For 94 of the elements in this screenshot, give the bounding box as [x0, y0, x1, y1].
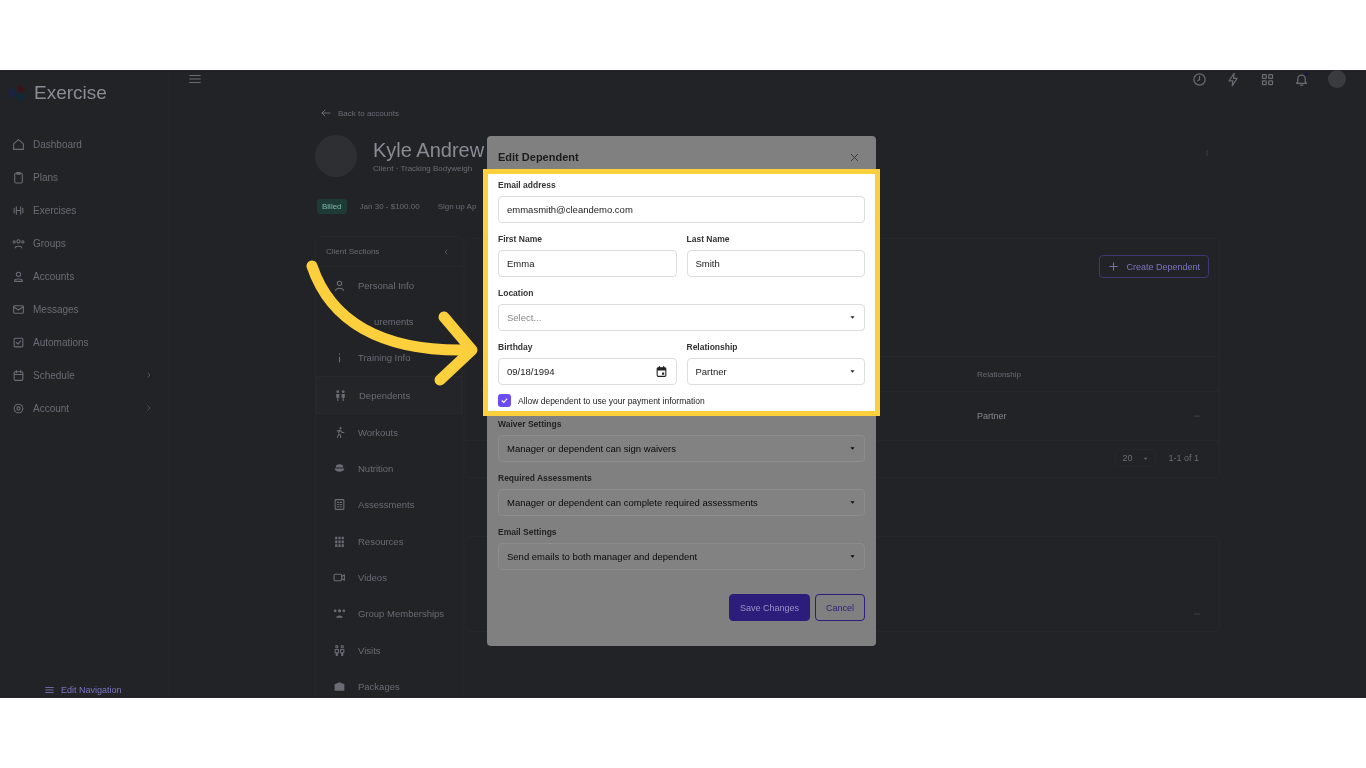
caret-down-icon — [849, 499, 856, 506]
sidebar-item[interactable]: Plans — [8, 169, 169, 185]
field-label: Last Name — [686, 234, 731, 244]
caret-down-icon — [849, 314, 856, 321]
chevron-right-icon — [145, 371, 153, 379]
page-range: 1-1 of 1 — [1168, 453, 1199, 463]
people-icon — [12, 236, 25, 250]
box-icon — [333, 679, 346, 693]
list-icon — [333, 498, 346, 512]
field-label: Required Assessments — [498, 473, 593, 483]
section-item[interactable]: Packages — [316, 668, 462, 698]
section-item[interactable]: Assessments — [316, 486, 462, 524]
calendar-icon — [12, 368, 25, 382]
table-cell-text: Partner — [977, 411, 1008, 421]
sidebar-item[interactable]: Groups — [8, 235, 169, 251]
checkbox[interactable] — [498, 394, 511, 407]
checkbox-icon — [12, 335, 25, 349]
client-name: Kyle Andrew — [373, 139, 485, 162]
field-label: Location — [498, 288, 535, 298]
section-item[interactable]: Workouts — [316, 414, 462, 451]
calendar-icon — [654, 365, 668, 378]
menu-icon — [188, 72, 202, 86]
column-header: Relationship — [977, 369, 1022, 379]
caret-down-icon — [849, 368, 856, 375]
section-item[interactable]: Training Info — [316, 339, 462, 376]
panel-title: Client Sections — [326, 247, 380, 256]
text-input[interactable]: Smith — [686, 250, 865, 277]
page-size-select[interactable]: 20 — [1115, 449, 1157, 467]
select-field[interactable]: Send emails to both manager and dependent — [498, 543, 865, 570]
logo-icon — [8, 83, 28, 103]
edit-navigation-link[interactable]: Edit Navigation — [61, 685, 122, 695]
field-label: Email Settings — [498, 527, 558, 537]
people-icon — [333, 607, 346, 621]
notification-bell-icon — [1294, 71, 1309, 87]
caret-down-icon — [849, 553, 856, 560]
caret-down-icon — [849, 445, 856, 452]
arrow-left-icon — [320, 107, 332, 119]
field-label: Birthday — [498, 342, 534, 352]
client-subtitle: Client · Tracking Bodyweigh — [373, 164, 474, 173]
apps-grid-icon — [1260, 71, 1275, 87]
cancel-button[interactable]: Cancel — [815, 594, 865, 621]
section-item[interactable]: Resources — [316, 523, 462, 560]
lightning-icon — [1226, 71, 1241, 87]
check-icon — [500, 396, 509, 405]
chevron-left-icon — [442, 247, 450, 256]
app-logo-text: Exercise — [34, 82, 107, 104]
chevron-right-icon — [145, 404, 153, 412]
field-label: Relationship — [686, 342, 739, 352]
sidebar-item[interactable]: Dashboard — [8, 136, 169, 152]
envelope-icon — [12, 302, 25, 316]
info-tag: Jan 30 - $100.00 — [354, 199, 425, 214]
sidebar-item[interactable]: Account — [8, 400, 169, 416]
select-field[interactable]: Manager or dependent can sign waivers — [498, 435, 865, 462]
field-label: First Name — [498, 234, 543, 244]
text-input[interactable]: emmasmith@cleandemo.com — [498, 196, 865, 223]
gear-icon — [12, 401, 25, 415]
plus-icon — [1108, 261, 1120, 272]
select-field[interactable]: Manager or dependent can complete required assessments — [498, 489, 865, 516]
save-button[interactable]: Save Changes — [728, 594, 810, 621]
family-icon — [334, 388, 347, 402]
select-field[interactable]: Partner — [686, 358, 865, 385]
section-item[interactable]: Personal Info — [316, 267, 462, 304]
field-label: Waiver Settings — [498, 419, 563, 429]
section-item[interactable]: Group Memberships — [316, 595, 462, 632]
section-item[interactable]: Visits — [316, 631, 462, 669]
dialog-title: Edit Dependent — [498, 151, 579, 163]
home-icon — [12, 137, 25, 151]
sidebar-item[interactable]: Schedule — [8, 367, 169, 383]
dumbbell-icon — [12, 203, 25, 217]
sidebar-item[interactable]: Messages — [8, 301, 169, 317]
sidebar-item[interactable]: Automations — [8, 334, 169, 350]
sidebar-item[interactable]: Accounts — [8, 268, 169, 284]
person-icon — [12, 269, 25, 283]
section-item[interactable]: Nutrition — [316, 450, 462, 487]
section-item[interactable]: Videos — [316, 559, 462, 596]
checkbox-label: Allow dependent to use your payment information — [518, 395, 705, 406]
text-input[interactable]: Emma — [498, 250, 677, 277]
info-tag: Sign up Ap — [432, 199, 482, 214]
list-icon — [44, 685, 55, 695]
status-badge: Billed — [317, 199, 347, 214]
grid-dots-icon — [333, 534, 346, 548]
section-item[interactable]: urements — [316, 303, 462, 340]
date-input[interactable]: 09/18/1994 — [498, 358, 677, 385]
clock-icon — [1192, 71, 1207, 87]
person-icon — [333, 278, 346, 292]
section-item[interactable]: Dependents — [316, 375, 462, 415]
sidebar-item[interactable]: Exercises — [8, 202, 169, 218]
family-icon — [333, 643, 346, 657]
video-icon — [333, 571, 346, 584]
field-label: Email address — [498, 180, 557, 190]
select-field[interactable]: Select... — [498, 304, 865, 331]
close-icon[interactable] — [849, 151, 860, 163]
clipboard-icon — [12, 170, 25, 184]
create-dependent-button[interactable]: Create Dependent — [1099, 255, 1209, 278]
